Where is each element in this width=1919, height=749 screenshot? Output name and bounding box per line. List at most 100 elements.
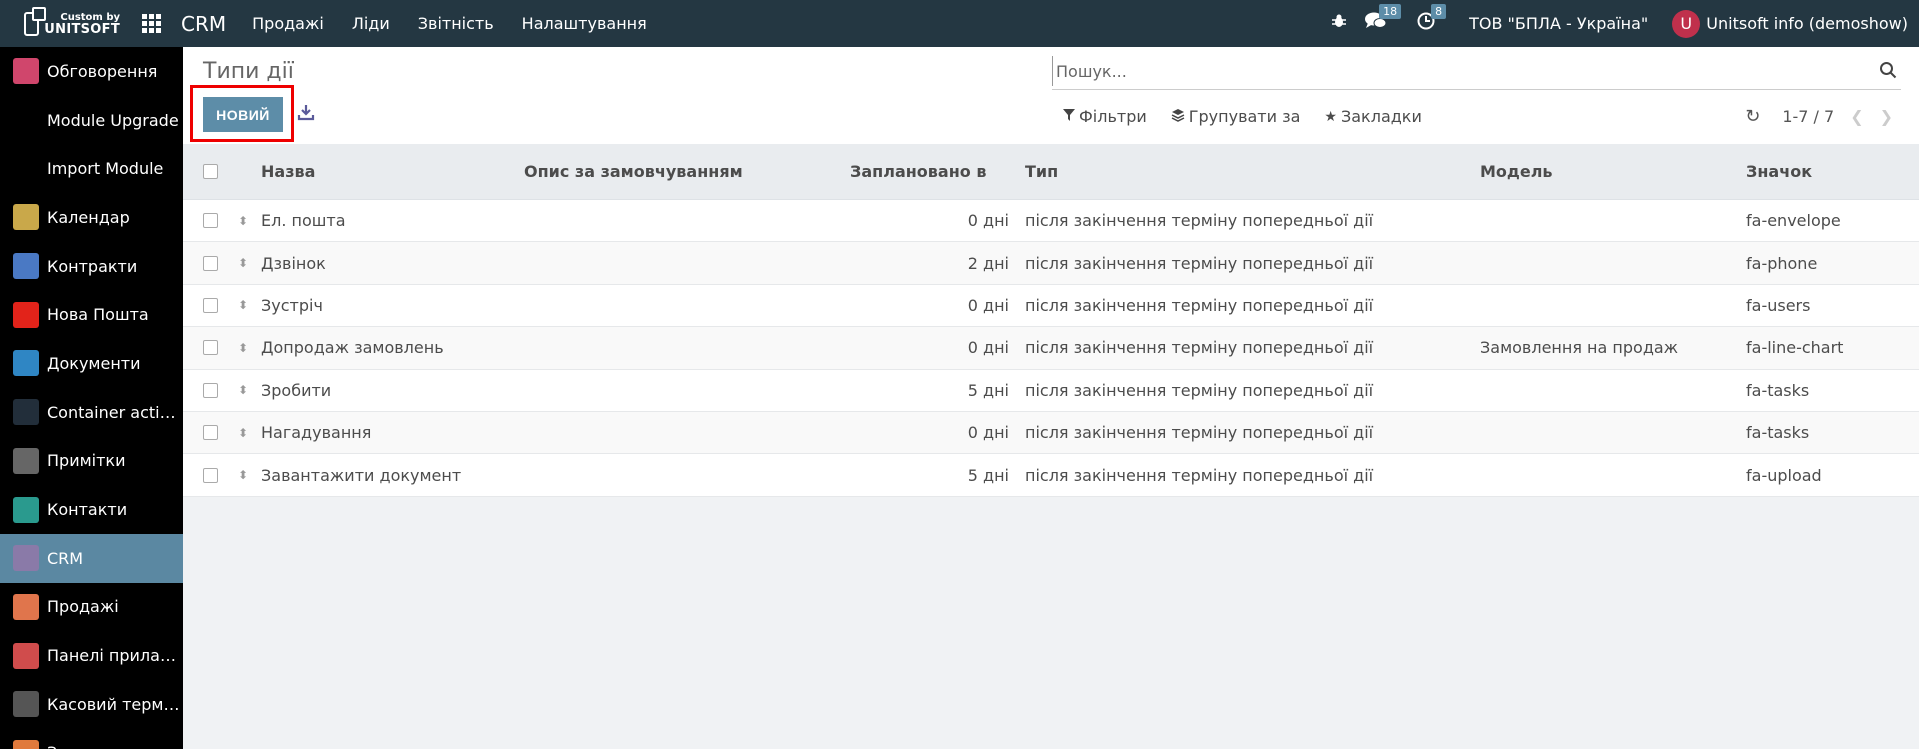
sidebar-item-label: Касовий термін... bbox=[47, 694, 183, 714]
search-options: Фільтри Групувати за ★ Закладки bbox=[1063, 107, 1446, 126]
row-checkbox[interactable] bbox=[203, 213, 218, 229]
row-checkbox[interactable] bbox=[203, 382, 218, 398]
search-input[interactable] bbox=[1052, 56, 1879, 86]
control-panel: Типи дії НОВИЙ Фільтри Групувати bbox=[183, 47, 1919, 144]
page-title: Типи дії bbox=[203, 59, 294, 84]
activities-clock-icon[interactable]: 8 bbox=[1417, 4, 1447, 35]
sidebar-item-label: Календар bbox=[47, 207, 130, 227]
cell-name: Нагадування bbox=[261, 423, 372, 443]
sidebar-item[interactable]: CRM bbox=[0, 533, 183, 583]
drag-handle-icon[interactable]: ⬍ bbox=[233, 468, 253, 482]
pager: ↻ 1-7 / 7 ❮ ❯ bbox=[1745, 106, 1893, 127]
cell-model: Замовлення на продаж bbox=[1480, 338, 1679, 358]
table-row[interactable]: ⬍ Допродаж замовлень 0 дні після закінчення… bbox=[183, 327, 1919, 370]
cell-type: після закінчення терміну попередньої дії bbox=[1025, 253, 1374, 273]
download-icon[interactable] bbox=[297, 103, 315, 123]
sidebar-item[interactable]: Обговорення bbox=[0, 47, 183, 96]
company-switcher[interactable]: ТОВ "БПЛА - Україна" bbox=[1469, 14, 1648, 33]
chevron-left-icon[interactable]: ❮ bbox=[1850, 107, 1863, 126]
sidebar-item[interactable]: Module Upgrade bbox=[0, 96, 183, 145]
sidebar-item[interactable]: Контакти bbox=[0, 485, 183, 534]
column-header-icon[interactable]: Значок bbox=[1738, 162, 1919, 181]
cell-type: після закінчення терміну попередньої дії bbox=[1025, 211, 1374, 231]
list-table: Назва Опис за замовчуванням Заплановано … bbox=[183, 144, 1919, 497]
sidebar-item[interactable]: Нова Пошта bbox=[0, 290, 183, 339]
cell-icon: fa-line-chart bbox=[1746, 338, 1844, 358]
cell-delay: 0 дні bbox=[967, 211, 1009, 231]
table-row[interactable]: ⬍ Зробити 5 дні після закінчення терміну по… bbox=[183, 369, 1919, 412]
logo-mark-icon bbox=[24, 6, 47, 36]
menu-item-settings[interactable]: Налаштування bbox=[508, 14, 661, 33]
column-header-delay[interactable]: Заплановано в bbox=[842, 162, 1017, 181]
pos-icon bbox=[13, 691, 39, 718]
notes-icon bbox=[13, 447, 39, 474]
contract-icon bbox=[13, 253, 39, 280]
star-icon: ★ bbox=[1324, 108, 1337, 125]
messages-count-badge: 18 bbox=[1379, 4, 1402, 19]
filters-button[interactable]: Фільтри bbox=[1063, 107, 1147, 126]
sidebar-item-label: Продажі bbox=[47, 597, 119, 617]
table-row[interactable]: ⬍ Завантажити документ 5 дні після закінчен… bbox=[183, 454, 1919, 497]
drag-handle-icon[interactable]: ⬍ bbox=[233, 426, 253, 440]
new-button[interactable]: НОВИЙ bbox=[203, 97, 283, 132]
sidebar-item[interactable]: Панелі приладів bbox=[0, 631, 183, 680]
sidebar-item-label: Module Upgrade bbox=[47, 110, 179, 130]
refresh-icon[interactable]: ↻ bbox=[1745, 106, 1760, 127]
column-header-type[interactable]: Тип bbox=[1017, 162, 1472, 181]
menu-item-reporting[interactable]: Звітність bbox=[404, 14, 508, 33]
drag-handle-icon[interactable]: ⬍ bbox=[233, 383, 253, 397]
cell-icon: fa-upload bbox=[1746, 465, 1822, 485]
table-row[interactable]: ⬍ Ел. пошта 0 дні після закінчення терміну … bbox=[183, 200, 1919, 243]
sidebar-item[interactable]: Календар bbox=[0, 193, 183, 242]
row-checkbox[interactable] bbox=[203, 255, 218, 271]
drag-handle-icon[interactable]: ⬍ bbox=[233, 341, 253, 355]
table-row[interactable]: ⬍ Зустріч 0 дні після закінчення терміну по… bbox=[183, 284, 1919, 328]
row-checkbox[interactable] bbox=[203, 425, 218, 441]
app-title[interactable]: CRM bbox=[181, 12, 226, 36]
debug-bug-icon[interactable] bbox=[1331, 13, 1347, 34]
sidebar-item-label: Container actions bbox=[47, 402, 183, 422]
row-checkbox[interactable] bbox=[203, 297, 218, 313]
sidebar-item[interactable]: Container actions bbox=[0, 388, 183, 437]
column-header-name[interactable]: Назва bbox=[253, 162, 516, 181]
row-checkbox[interactable] bbox=[203, 340, 218, 356]
column-header-description[interactable]: Опис за замовчуванням bbox=[516, 162, 842, 181]
cell-delay: 0 дні bbox=[967, 338, 1009, 358]
row-checkbox[interactable] bbox=[203, 467, 218, 483]
cell-type: після закінчення терміну попередньої дії bbox=[1025, 338, 1374, 358]
apps-menu-icon[interactable] bbox=[142, 13, 162, 34]
documents-icon bbox=[13, 350, 39, 377]
table-row[interactable]: ⬍ Дзвінок 2 дні після закінчення терміну по… bbox=[183, 242, 1919, 285]
sidebar-item[interactable]: З... bbox=[0, 729, 183, 749]
sidebar-item[interactable]: Import Module bbox=[0, 144, 183, 193]
cell-name: Допродаж замовлень bbox=[261, 338, 444, 358]
table-row[interactable]: ⬍ Нагадування 0 дні після закінчення термін… bbox=[183, 411, 1919, 455]
menu-item-sales[interactable]: Продажі bbox=[238, 14, 338, 33]
sidebar-item[interactable]: Документи bbox=[0, 339, 183, 388]
group-by-button[interactable]: Групувати за bbox=[1171, 107, 1300, 126]
company-logo[interactable]: Custom by UNITSOFT bbox=[0, 0, 120, 47]
cell-name: Дзвінок bbox=[261, 253, 326, 273]
sidebar-item-label: CRM bbox=[47, 548, 84, 568]
cell-delay: 2 дні bbox=[967, 253, 1009, 273]
cell-type: після закінчення терміну попередньої дії bbox=[1025, 465, 1374, 485]
favorites-button[interactable]: ★ Закладки bbox=[1324, 107, 1421, 126]
sidebar-item[interactable]: Касовий термін... bbox=[0, 680, 183, 729]
column-header-model[interactable]: Модель bbox=[1472, 162, 1738, 181]
sidebar-item[interactable]: Продажі bbox=[0, 583, 183, 632]
messages-icon[interactable]: 18 bbox=[1365, 4, 1402, 35]
drag-handle-icon[interactable]: ⬍ bbox=[233, 256, 253, 270]
search-bar bbox=[1052, 53, 1901, 90]
avatar[interactable]: U bbox=[1672, 9, 1701, 38]
sidebar-item[interactable]: Контракти bbox=[0, 242, 183, 291]
chevron-right-icon[interactable]: ❯ bbox=[1880, 107, 1893, 126]
sidebar-item[interactable]: Примітки bbox=[0, 437, 183, 486]
user-menu[interactable]: Unitsoft info (demoshow) bbox=[1706, 14, 1908, 33]
menu-item-leads[interactable]: Ліди bbox=[338, 14, 404, 33]
pager-value[interactable]: 1-7 / 7 bbox=[1782, 107, 1834, 126]
drag-handle-icon[interactable]: ⬍ bbox=[233, 214, 253, 228]
drag-handle-icon[interactable]: ⬍ bbox=[233, 298, 253, 312]
select-all-checkbox[interactable] bbox=[203, 164, 218, 179]
cell-type: після закінчення терміну попередньої дії bbox=[1025, 423, 1374, 443]
search-icon[interactable] bbox=[1879, 61, 1899, 81]
